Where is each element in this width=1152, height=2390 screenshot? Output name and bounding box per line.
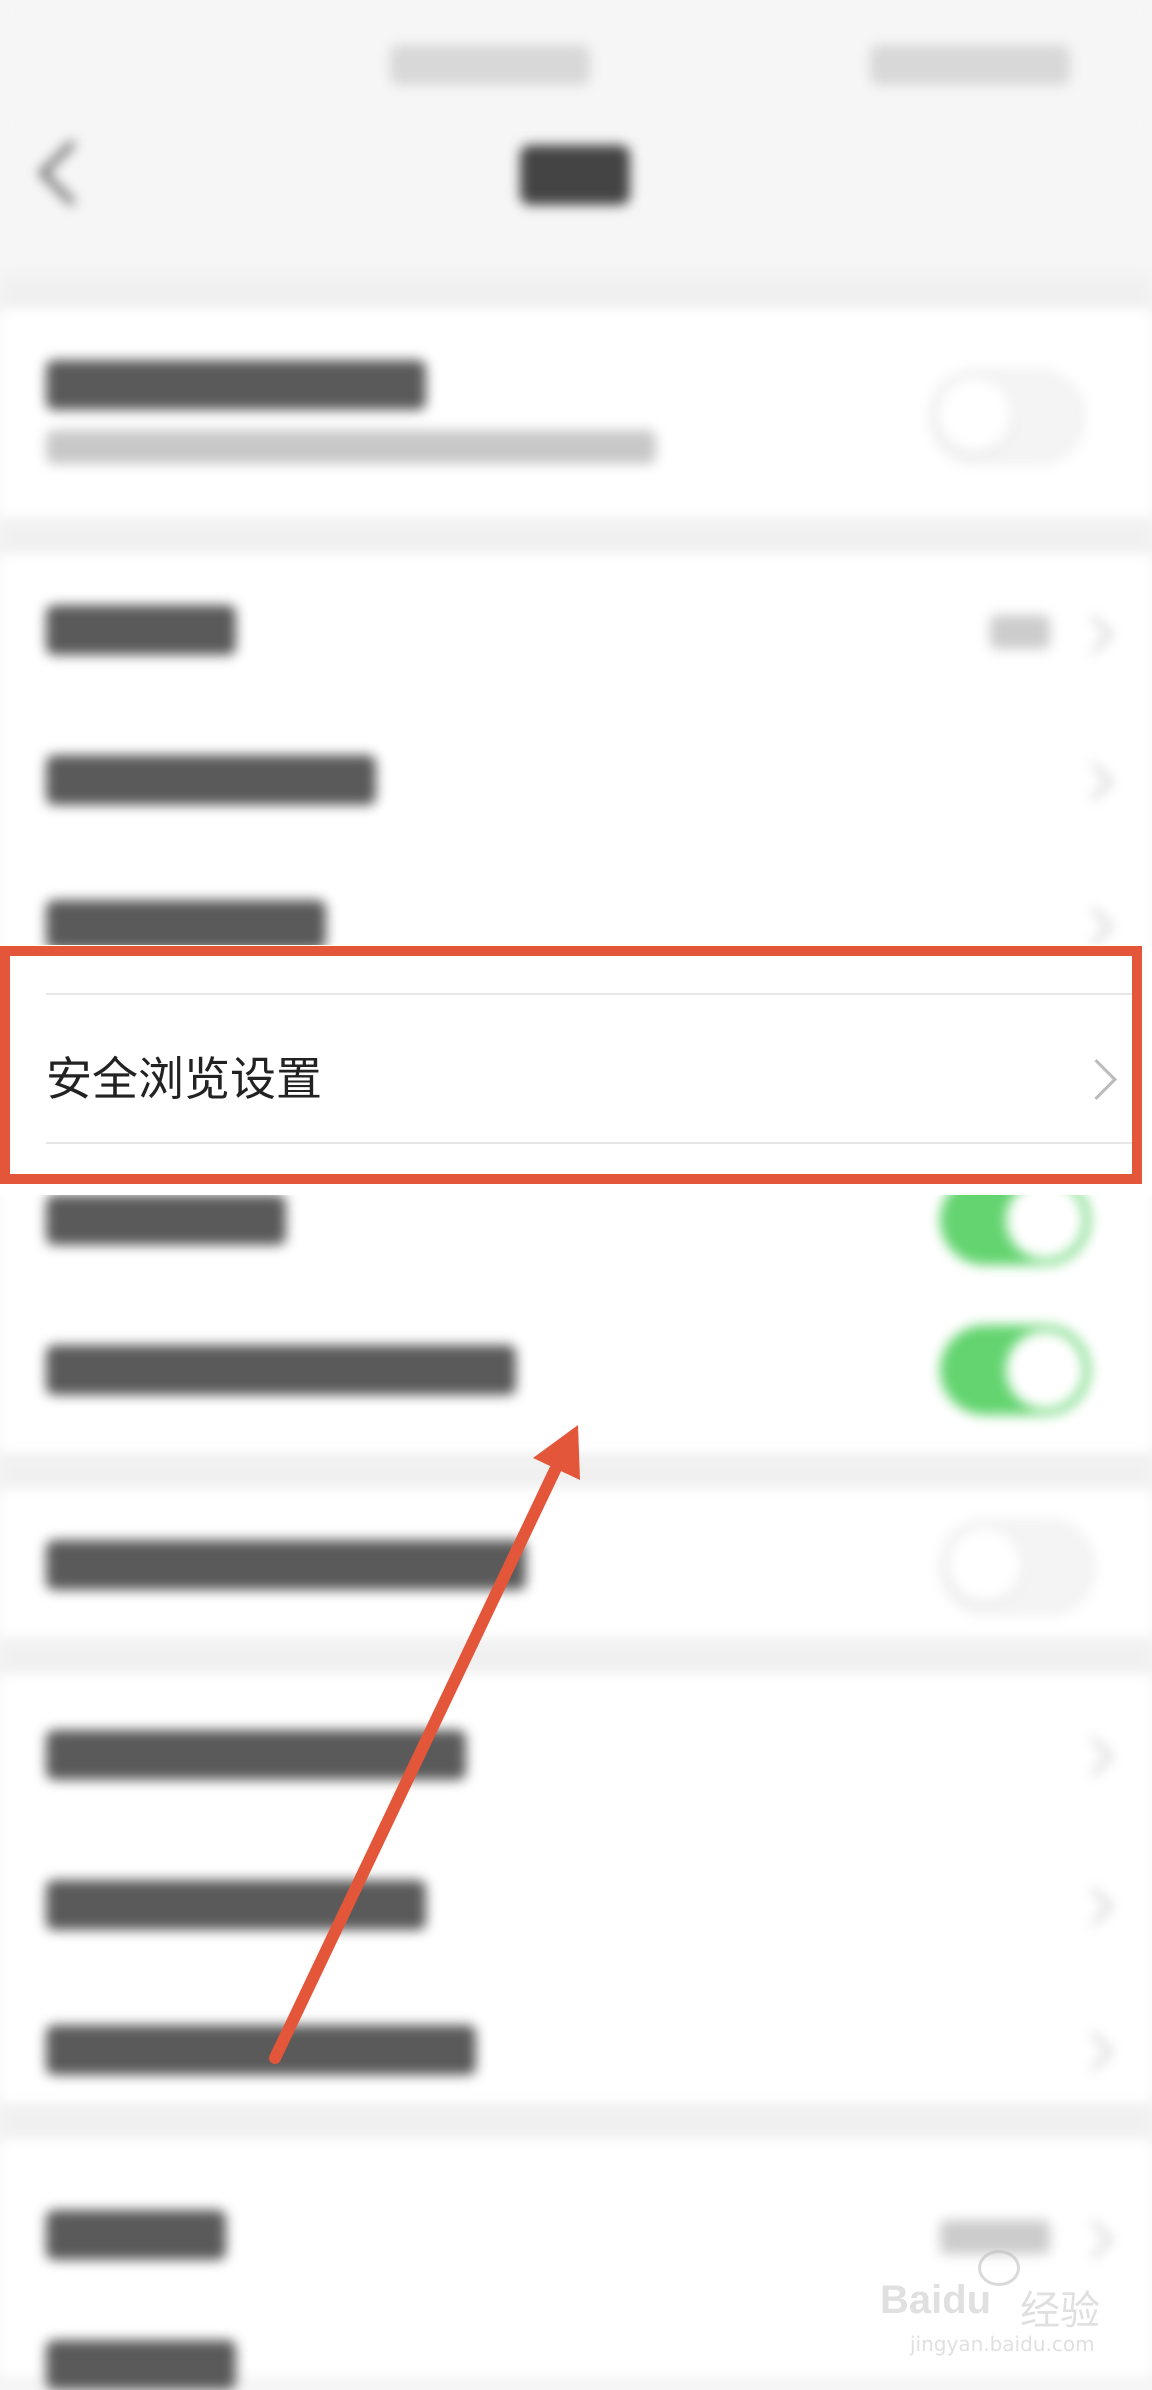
annotation-arrow bbox=[269, 1425, 580, 2064]
arrow-shaft bbox=[269, 1464, 561, 2064]
watermark-url: jingyan.baidu.com bbox=[910, 2332, 1095, 2356]
watermark: Baidu 经验 jingyan.baidu.com bbox=[880, 2250, 1120, 2360]
watermark-brand: Baidu bbox=[880, 2278, 992, 2322]
watermark-brand-cn: 经验 bbox=[1020, 2288, 1100, 2334]
